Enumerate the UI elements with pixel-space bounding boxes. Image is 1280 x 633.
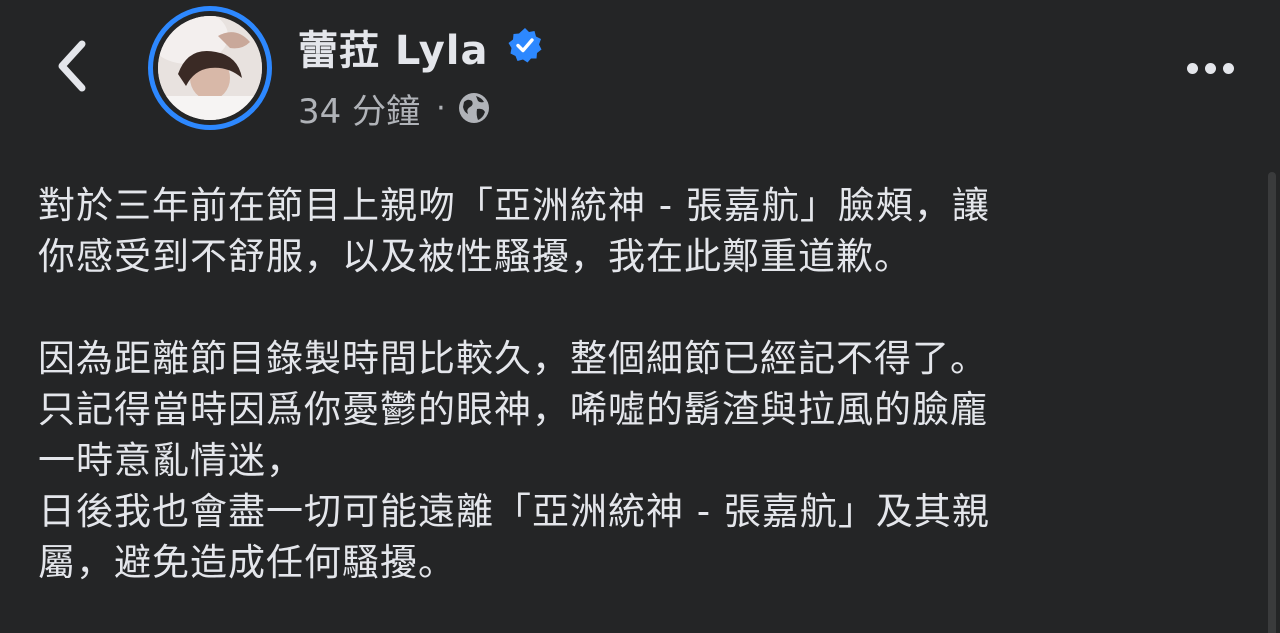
more-options-button[interactable] — [1178, 48, 1242, 88]
meta-separator: · — [436, 90, 446, 126]
globe-icon[interactable] — [456, 90, 492, 126]
post-line: 因為距離節目錄製時間比較久，整個細節已經記不得了。 — [38, 337, 988, 380]
post-body: 對於三年前在節目上親吻「亞洲統神 - 張嘉航」臉頰，讓 你感受到不舒服，以及被性… — [38, 180, 1238, 588]
post-line: 對於三年前在節目上親吻「亞洲統神 - 張嘉航」臉頰，讓 — [38, 184, 990, 227]
post-line: 你感受到不舒服，以及被性騷擾，我在此鄭重道歉。 — [38, 235, 912, 278]
post-meta: 34 分鐘 · — [298, 84, 492, 132]
more-dot — [1222, 62, 1234, 74]
more-dot — [1186, 62, 1198, 74]
post-line: 一時意亂情迷， — [38, 439, 304, 482]
post-line: 只記得當時因爲你憂鬱的眼神，唏噓的鬍渣與拉風的臉龐 — [38, 388, 988, 431]
back-button[interactable] — [44, 36, 100, 100]
post-line: 屬，避免造成任何騷擾。 — [38, 541, 456, 584]
post-screen: 蕾菈 Lyla 34 分鐘 · 對於三年前在節目上親吻「亞洲統神 - 張嘉航」臉… — [0, 0, 1280, 633]
author-avatar[interactable] — [148, 6, 272, 130]
chevron-left-icon — [54, 40, 90, 96]
post-timestamp[interactable]: 34 分鐘 — [298, 84, 420, 133]
author-name[interactable]: 蕾菈 Lyla — [298, 18, 488, 76]
avatar-image — [158, 16, 262, 120]
post-line: 日後我也會盡一切可能遠離「亞洲統神 - 張嘉航」及其親 — [38, 490, 990, 533]
more-dot — [1204, 62, 1216, 74]
scrollbar[interactable] — [1268, 172, 1276, 633]
verified-badge-icon — [506, 26, 544, 64]
post-line-blank — [38, 282, 1238, 333]
